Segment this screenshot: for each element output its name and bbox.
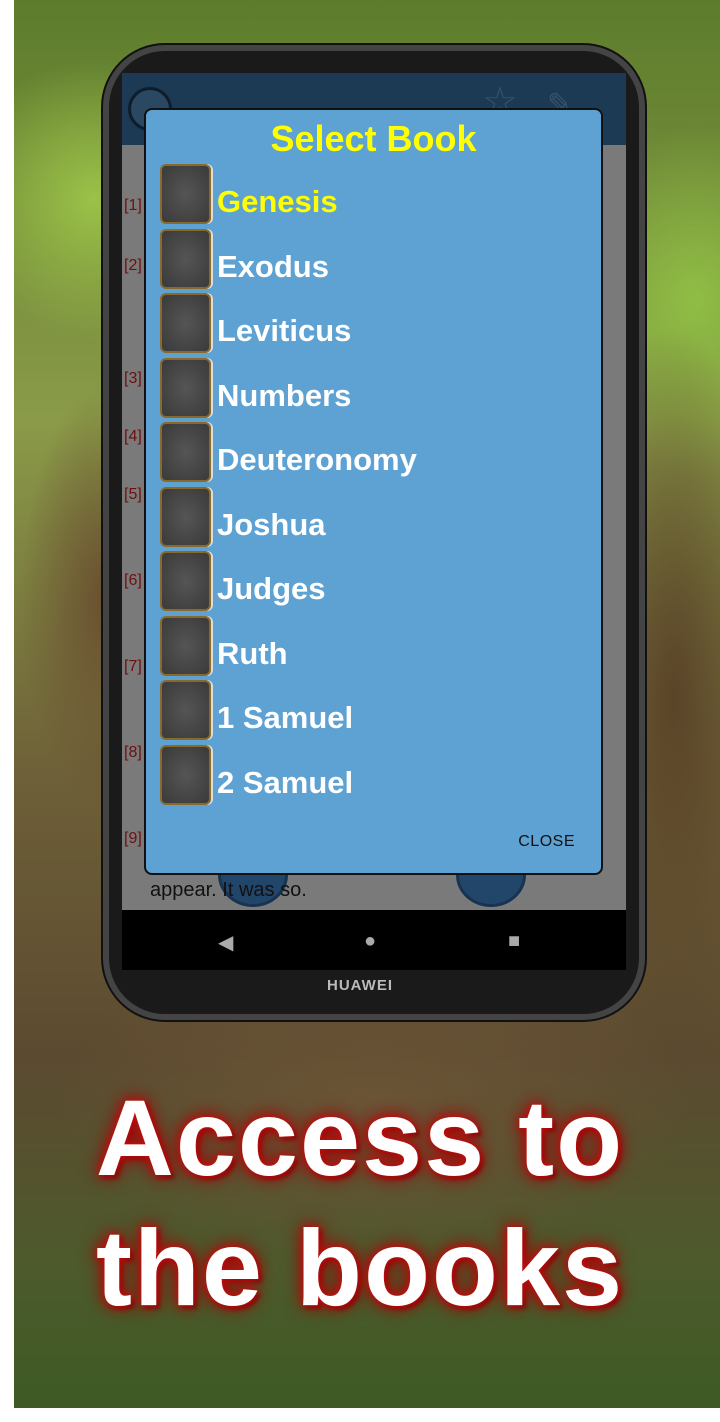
promo-headline-line2: the books <box>95 1207 625 1328</box>
android-nav-bar: ◀ ● ■ <box>122 910 626 970</box>
verse-number: [8] <box>124 744 142 761</box>
book-label: Ruth <box>217 635 288 671</box>
book-label: Judges <box>217 571 326 606</box>
recents-icon[interactable]: ■ <box>508 930 520 953</box>
book-label: Numbers <box>217 377 352 413</box>
book-item[interactable]: Exodus <box>160 227 580 289</box>
close-button[interactable]: CLOSE <box>518 833 575 851</box>
book-icon <box>160 357 211 418</box>
book-label: Exodus <box>217 248 329 284</box>
book-label: Genesis <box>217 184 338 219</box>
verse-number: [9] <box>124 830 142 847</box>
select-book-dialog: Select Book Genesis Exodus Leviticus Number… <box>144 108 603 875</box>
verse-text: appear. It was so. <box>150 879 307 901</box>
book-label: Deuteronomy <box>217 442 417 477</box>
verse-number: [1] <box>124 197 142 214</box>
book-label: Joshua <box>217 506 326 542</box>
book-icon <box>160 680 211 740</box>
book-icon <box>160 228 211 289</box>
book-item[interactable]: Genesis <box>160 162 580 224</box>
home-icon[interactable]: ● <box>364 930 376 953</box>
verse-number: [5] <box>124 486 142 503</box>
promo-headline-line1: Access to <box>95 1077 625 1198</box>
verse-number: [2] <box>124 257 142 274</box>
verse-number: [7] <box>124 658 142 675</box>
book-item[interactable]: 2 Samuel <box>160 743 580 805</box>
dialog-title: Select Book <box>270 118 477 159</box>
book-item[interactable]: Ruth <box>160 614 580 676</box>
book-label: Leviticus <box>217 313 352 348</box>
book-item[interactable]: Leviticus <box>160 291 580 353</box>
book-item[interactable]: 1 Samuel <box>160 678 580 740</box>
book-icon <box>160 422 211 482</box>
book-icon <box>160 293 211 353</box>
verse-number: [4] <box>124 428 142 445</box>
book-item[interactable]: Numbers <box>160 356 580 418</box>
book-icon <box>160 744 211 805</box>
book-item[interactable]: Judges <box>160 549 580 611</box>
book-item[interactable]: Deuteronomy <box>160 420 580 482</box>
book-icon <box>160 551 211 611</box>
book-label: 1 Samuel <box>217 700 354 735</box>
book-icon <box>160 164 211 224</box>
verse-number: [6] <box>124 572 142 589</box>
back-icon[interactable]: ◀ <box>218 930 233 955</box>
book-icon <box>160 615 211 676</box>
book-item[interactable]: Joshua <box>160 485 580 547</box>
verse-number: [3] <box>124 370 142 387</box>
device-brand: HUAWEI <box>327 977 393 994</box>
book-label: 2 Samuel <box>217 764 354 800</box>
book-icon <box>160 486 211 547</box>
